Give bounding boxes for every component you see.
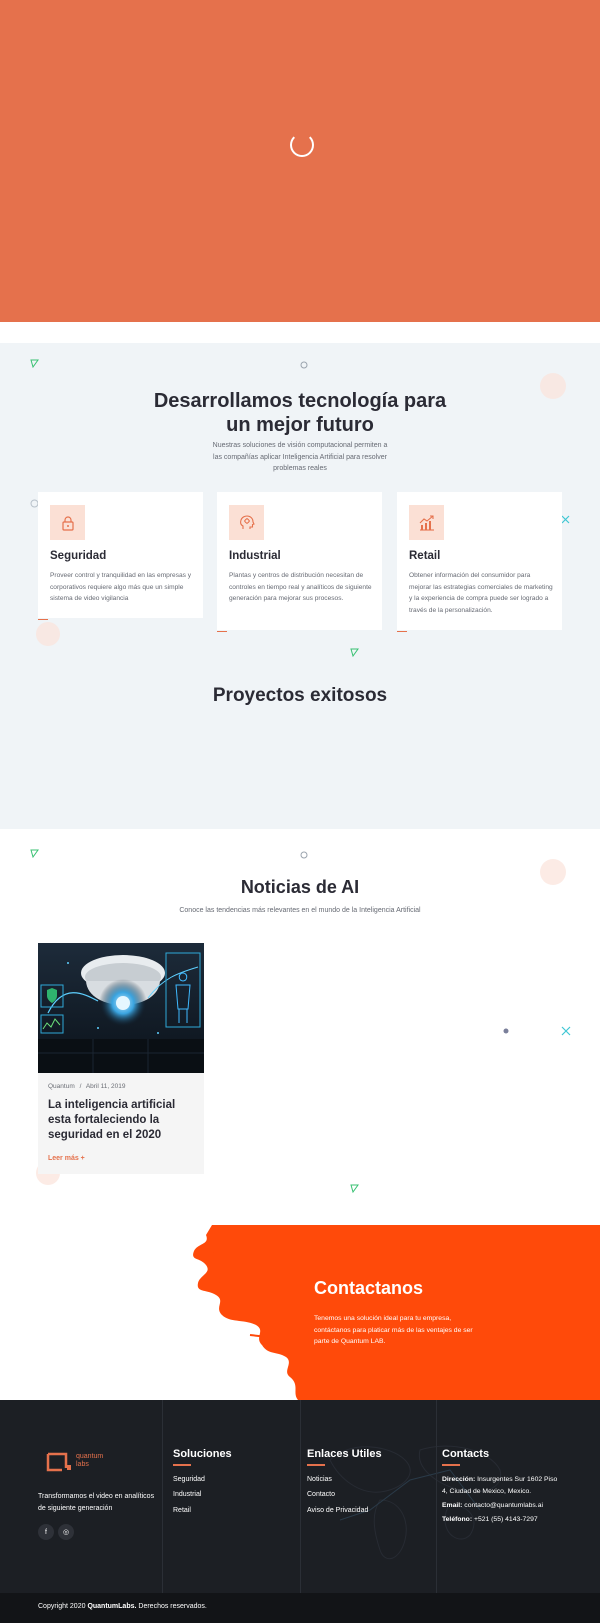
triangle-decoration-icon <box>350 1184 359 1193</box>
blob-decoration <box>36 622 60 646</box>
article-title[interactable]: La inteligencia artificial esta fortalec… <box>48 1098 198 1143</box>
triangle-decoration-icon <box>350 648 359 657</box>
heading-accent <box>173 1464 191 1466</box>
column-divider <box>162 1400 163 1593</box>
article-date: Abril 11, 2019 <box>85 1083 126 1090</box>
cross-decoration-icon <box>561 515 570 524</box>
brand-line-1: quantum <box>76 1453 104 1460</box>
article-meta: Quantum / Abril 11, 2019 <box>48 1083 125 1090</box>
circle-decoration-icon <box>300 851 308 859</box>
card-accent-line <box>217 630 227 632</box>
footer-link-privacidad[interactable]: Aviso de Privacidad <box>307 1507 368 1514</box>
address-label: Dirección: <box>442 1476 476 1483</box>
facebook-icon[interactable]: f <box>38 1524 54 1540</box>
heading-accent <box>442 1464 460 1466</box>
meta-separator: / <box>79 1083 82 1090</box>
phone-label: Teléfono: <box>442 1516 473 1523</box>
card-description: Proveer control y tranquilidad en las em… <box>50 572 192 602</box>
card-accent-line <box>397 630 407 632</box>
cross-decoration-icon <box>561 1026 571 1036</box>
column-divider <box>436 1400 437 1593</box>
brand-line-2: labs <box>76 1461 89 1468</box>
quantum-logo-icon <box>46 1452 71 1472</box>
phone-value[interactable]: +521 (55) 4143-7297 <box>474 1516 538 1523</box>
footer-link-contacto[interactable]: Contacto <box>307 1491 335 1498</box>
soluciones-heading: Soluciones <box>173 1448 232 1460</box>
news-section: Noticias de AI Conoce las tendencias más… <box>0 829 600 1225</box>
copyright-text: Copyright 2020 QuantumLabs. Derechos res… <box>38 1603 207 1610</box>
tech-subtitle: Nuestras soluciones de visión computacio… <box>212 442 388 472</box>
contact-email[interactable]: Email: contacto@quantumlabs.ai <box>442 1500 564 1512</box>
footer: quantum labs Transformamos el video en a… <box>0 1400 600 1593</box>
hero-section <box>0 0 600 322</box>
card-title: Seguridad <box>50 550 107 562</box>
card-title: Industrial <box>229 550 281 562</box>
card-title: Retail <box>409 550 441 562</box>
solution-card-seguridad: Seguridad Proveer control y tranquilidad… <box>38 492 203 620</box>
copyright-bar: Copyright 2020 QuantumLabs. Derechos res… <box>0 1593 600 1623</box>
read-more-link[interactable]: Leer más + <box>48 1155 85 1162</box>
brand-name: quantum labs <box>76 1453 103 1469</box>
news-article-card[interactable]: Quantum / Abril 11, 2019 La inteligencia… <box>38 943 204 1174</box>
email-label: Email: <box>442 1502 463 1509</box>
circle-decoration-icon <box>300 361 308 369</box>
heading-accent <box>307 1464 325 1466</box>
news-subtitle: Conoce las tendencias más relevantes en … <box>179 907 421 914</box>
footer-link-industrial[interactable]: Industrial <box>173 1491 201 1498</box>
footer-link-seguridad[interactable]: Seguridad <box>173 1476 205 1483</box>
footer-logo[interactable]: quantum labs <box>46 1452 103 1477</box>
tech-title: Desarrollamos tecnología para un mejor f… <box>153 390 447 436</box>
instagram-icon[interactable]: ◎ <box>58 1524 74 1540</box>
enlaces-heading: Enlaces Utiles <box>307 1448 382 1460</box>
email-value[interactable]: contacto@quantumlabs.ai <box>464 1502 543 1509</box>
footer-tagline: Transformamos el video en analíticos de … <box>38 1493 155 1512</box>
solution-card-retail: Retail Obtener información del consumido… <box>397 492 562 632</box>
ai-head-icon <box>229 505 264 540</box>
brush-stroke-background <box>193 1225 600 1400</box>
contact-text: Tenemos una solución ideal para tu empre… <box>314 1315 473 1345</box>
contact-title: Contactanos <box>314 1278 424 1298</box>
projects-title: Proyectos exitosos <box>212 685 388 706</box>
dot-decoration-icon <box>503 1028 509 1034</box>
card-description: Obtener información del consumidor para … <box>409 572 553 614</box>
technology-section: Desarrollamos tecnología para un mejor f… <box>0 343 600 829</box>
contact-section: Contactanos Tenemos una solución ideal p… <box>0 1225 600 1400</box>
triangle-decoration-icon <box>30 359 39 368</box>
copyright-brand: QuantumLabs. <box>87 1603 137 1610</box>
footer-link-noticias[interactable]: Noticias <box>307 1476 332 1483</box>
contact-phone[interactable]: Teléfono: +521 (55) 4143-7297 <box>442 1514 564 1526</box>
article-author: Quantum <box>48 1083 75 1090</box>
footer-link-retail[interactable]: Retail <box>173 1507 191 1514</box>
copyright-suffix: Derechos reservados. <box>138 1603 207 1610</box>
spinner-icon <box>290 133 314 157</box>
solution-card-industrial: Industrial Plantas y centros de distribu… <box>217 492 382 632</box>
card-description: Plantas y centros de distribución necesi… <box>229 572 372 602</box>
news-title: Noticias de AI <box>240 877 360 897</box>
growth-chart-icon <box>409 505 444 540</box>
column-divider <box>300 1400 301 1593</box>
contact-address: Dirección: Insurgentes Sur 1602 Piso 4, … <box>442 1474 564 1498</box>
lock-icon <box>50 505 85 540</box>
copyright-prefix: Copyright 2020 <box>38 1603 86 1610</box>
contacts-heading: Contacts <box>442 1448 490 1460</box>
card-accent-line <box>38 618 48 620</box>
triangle-decoration-icon <box>30 849 39 858</box>
article-image[interactable] <box>38 943 204 1073</box>
